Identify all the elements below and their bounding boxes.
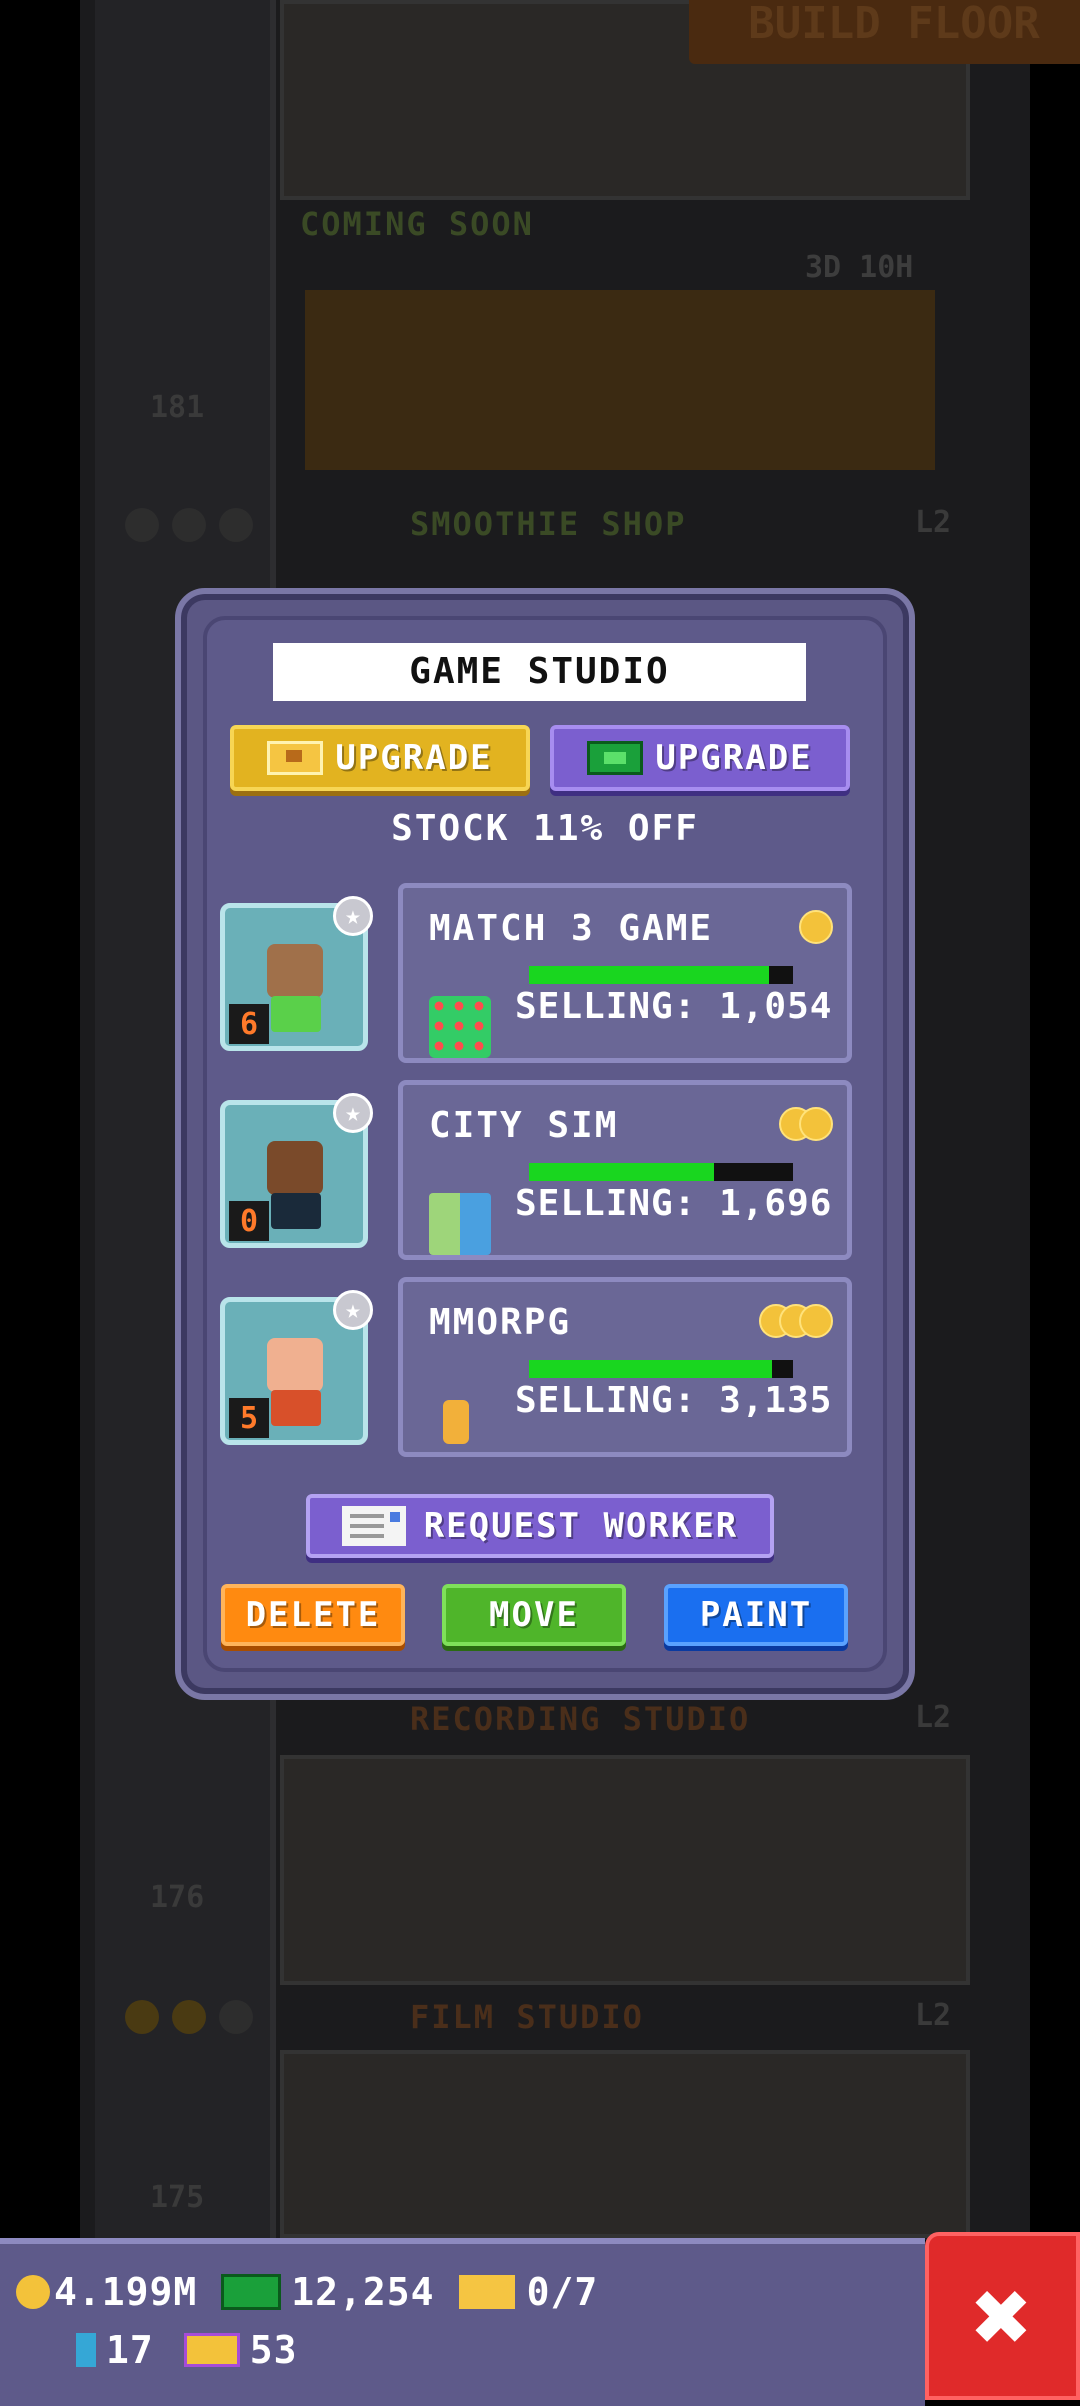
bux-icon: [587, 741, 644, 775]
build-floor-button[interactable]: BUILD FLOOR: [689, 0, 1080, 64]
upgrade-bux-label: UPGRADE: [655, 738, 813, 778]
upgrade-bux-button[interactable]: UPGRADE: [550, 725, 850, 791]
warrior-icon: [429, 1390, 491, 1452]
coming-soon-label: COMING SOON: [300, 205, 534, 243]
paint-button[interactable]: PAINT: [664, 1584, 848, 1646]
worker-slot-2[interactable]: ★ 0: [220, 1093, 373, 1248]
coin-count: 4.199M: [54, 2270, 198, 2314]
close-button[interactable]: ✖: [925, 2232, 1080, 2400]
bux-count: 12,254: [291, 2270, 435, 2314]
product-name: CITY SIM: [429, 1105, 619, 1146]
product-tier-coins: [799, 910, 833, 944]
product-slot-1[interactable]: MATCH 3 GAME SELLING: 1,054: [398, 883, 852, 1063]
floor-number: 176: [150, 1880, 205, 1915]
bitizen-icon: [76, 2333, 96, 2367]
film-studio-floor: [280, 2050, 970, 2238]
dream-job-star-icon: ★: [333, 1290, 373, 1330]
resource-hud: 4.199M 12,254 0/7 17 53: [0, 2238, 925, 2406]
dream-job-star-icon: ★: [333, 1093, 373, 1133]
request-worker-button[interactable]: REQUEST WORKER: [306, 1494, 774, 1558]
worker-shirt: [271, 1390, 321, 1426]
floor-name: RECORDING STUDIO: [410, 1700, 751, 1738]
product-name: MATCH 3 GAME: [429, 908, 714, 949]
city-icon: [429, 1193, 491, 1255]
worker-shirt: [271, 996, 321, 1032]
bux-icon: [221, 2274, 282, 2310]
golden-ticket-icon: [458, 2275, 515, 2309]
product-tier-coins: [759, 1304, 833, 1338]
product-tier-coins: [779, 1107, 833, 1141]
bitizen-count: 17: [106, 2328, 154, 2372]
stock-progress-fill: [529, 966, 770, 984]
move-button[interactable]: MOVE: [442, 1584, 626, 1646]
gems-icon: [429, 996, 491, 1058]
product-name: MMORPG: [429, 1302, 572, 1343]
worker-avatar: [267, 1338, 323, 1392]
stock-progress-bar: [529, 1360, 793, 1378]
hud-top-row: 4.199M 12,254 0/7: [16, 2270, 598, 2314]
upgrade-coins-label: UPGRADE: [335, 738, 493, 778]
selling-count: SELLING: 3,135: [515, 1380, 833, 1421]
golden-ticket-icon: [267, 741, 324, 775]
close-icon: ✖: [972, 2257, 1033, 2375]
floor-level: L2: [915, 505, 952, 540]
dream-job-star-icon: ★: [333, 896, 373, 936]
mail-icon: [341, 1506, 406, 1546]
worker-avatar: [267, 944, 323, 998]
stock-progress-bar: [529, 966, 793, 984]
floor-title[interactable]: GAME STUDIO: [273, 643, 806, 701]
worker-shirt: [271, 1193, 321, 1229]
worker-slot-1[interactable]: ★ 6: [220, 896, 373, 1051]
worker-slot-3[interactable]: ★ 5: [220, 1290, 373, 1445]
coin-icon: [799, 910, 833, 944]
selling-count: SELLING: 1,696: [515, 1183, 833, 1224]
stock-progress-fill: [529, 1360, 772, 1378]
star-icon: [219, 2000, 253, 2034]
product-slot-2[interactable]: CITY SIM SELLING: 1,696: [398, 1080, 852, 1260]
build-floor-area: BUILD FLOOR: [280, 0, 1080, 200]
star-icon: [172, 2000, 206, 2034]
timer-label: 3D 10H: [805, 250, 914, 285]
worker-skill-level: 0: [229, 1201, 269, 1241]
coin-icon: [16, 2275, 50, 2309]
floor-number: 181: [150, 390, 205, 425]
request-worker-label: REQUEST WORKER: [423, 1506, 739, 1546]
delete-button[interactable]: DELETE: [221, 1584, 405, 1646]
hud-bottom-row: 17 53: [76, 2328, 298, 2372]
worker-skill-level: 5: [229, 1398, 269, 1438]
floor-name: FILM STUDIO: [410, 1998, 644, 2036]
recording-studio-floor: [280, 1755, 970, 1985]
worker-skill-level: 6: [229, 1004, 269, 1044]
upgrade-coins-button[interactable]: UPGRADE: [230, 725, 530, 791]
product-slot-3[interactable]: MMORPG SELLING: 3,135: [398, 1277, 852, 1457]
star-icon: [125, 508, 159, 542]
vip-icon: [183, 2333, 240, 2367]
selling-count: SELLING: 1,054: [515, 986, 833, 1027]
coin-icon: [799, 1107, 833, 1141]
floor-level: L2: [915, 1700, 952, 1735]
star-icon: [125, 2000, 159, 2034]
floor-level: L2: [915, 1998, 952, 2033]
stock-discount-text: STOCK 11% OFF: [391, 808, 699, 849]
vip-count: 53: [249, 2328, 298, 2372]
floor-number: 175: [150, 2180, 205, 2215]
star-icon: [219, 508, 253, 542]
star-icon: [172, 508, 206, 542]
coming-soon-floor: [305, 290, 935, 470]
worker-avatar: [267, 1141, 323, 1195]
ticket-count: 0/7: [526, 2270, 599, 2314]
floor-name: SMOOTHIE SHOP: [410, 505, 687, 543]
stock-progress-fill: [529, 1163, 714, 1181]
coin-icon: [799, 1304, 833, 1338]
stock-progress-bar: [529, 1163, 793, 1181]
